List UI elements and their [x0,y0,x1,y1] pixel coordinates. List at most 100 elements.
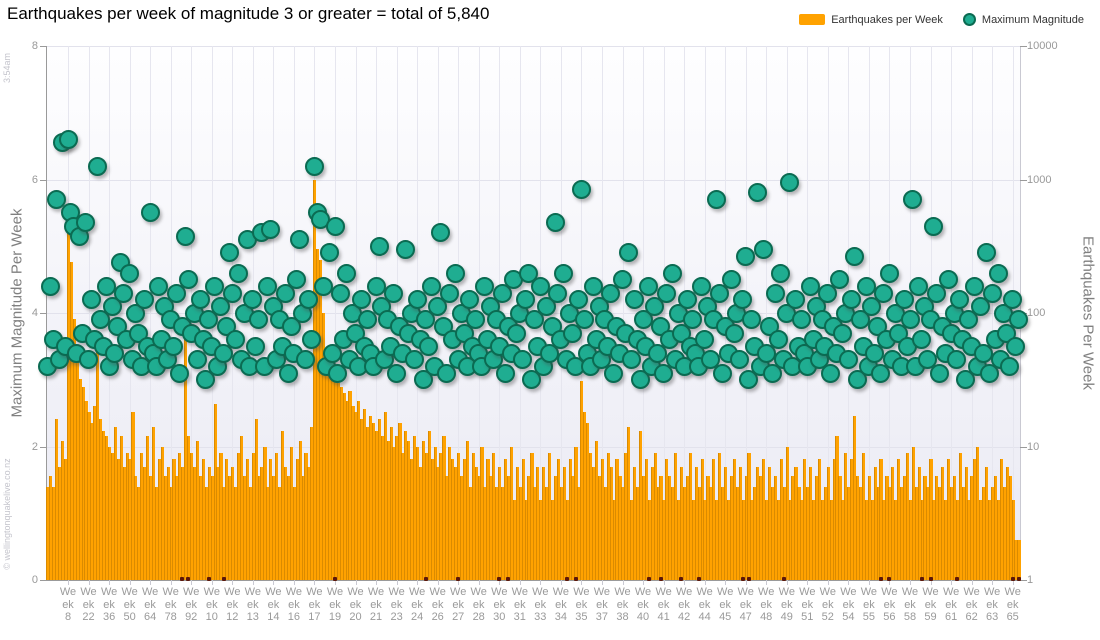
max-magnitude-point[interactable] [305,157,324,176]
max-magnitude-point[interactable] [548,284,567,303]
max-magnitude-point[interactable] [657,284,676,303]
max-magnitude-point[interactable] [41,277,60,296]
legend-item-magnitude[interactable]: Maximum Magnitude [963,13,1084,26]
max-magnitude-point[interactable] [1006,337,1025,356]
max-magnitude-point[interactable] [179,270,198,289]
earthquakes-per-week-bar[interactable] [1017,540,1020,580]
max-magnitude-point[interactable] [857,277,876,296]
max-magnitude-point[interactable] [76,213,95,232]
max-magnitude-point[interactable] [546,213,565,232]
max-magnitude-point[interactable] [419,337,438,356]
max-magnitude-point[interactable] [170,364,189,383]
max-magnitude-point[interactable] [713,364,732,383]
max-magnitude-point[interactable] [639,277,658,296]
max-magnitude-point[interactable] [736,247,755,266]
max-magnitude-point[interactable] [842,290,861,309]
max-magnitude-point[interactable] [821,364,840,383]
max-magnitude-point[interactable] [930,364,949,383]
max-magnitude-point[interactable] [396,240,415,259]
max-magnitude-point[interactable] [569,290,588,309]
max-magnitude-point[interactable] [786,290,805,309]
max-magnitude-point[interactable] [748,183,767,202]
max-magnitude-point[interactable] [725,324,744,343]
max-magnitude-point[interactable] [149,277,168,296]
max-magnitude-point[interactable] [839,350,858,369]
max-magnitude-point[interactable] [692,277,711,296]
max-magnitude-point[interactable] [279,364,298,383]
max-magnitude-point[interactable] [874,284,893,303]
max-magnitude-point[interactable] [367,277,386,296]
max-magnitude-point[interactable] [695,330,714,349]
max-magnitude-point[interactable] [909,277,928,296]
max-magnitude-point[interactable] [422,277,441,296]
max-magnitude-point[interactable] [613,270,632,289]
max-magnitude-point[interactable] [707,190,726,209]
max-magnitude-point[interactable] [97,277,116,296]
max-magnitude-point[interactable] [296,350,315,369]
max-magnitude-point[interactable] [120,264,139,283]
max-magnitude-point[interactable] [792,310,811,329]
max-magnitude-point[interactable] [249,310,268,329]
max-magnitude-point[interactable] [833,324,852,343]
max-magnitude-point[interactable] [287,270,306,289]
max-magnitude-point[interactable] [88,157,107,176]
max-magnitude-point[interactable] [572,180,591,199]
max-magnitude-point[interactable] [604,364,623,383]
max-magnitude-point[interactable] [880,264,899,283]
max-magnitude-point[interactable] [496,364,515,383]
max-magnitude-point[interactable] [845,247,864,266]
max-magnitude-point[interactable] [742,310,761,329]
max-magnitude-point[interactable] [314,277,333,296]
max-magnitude-point[interactable] [965,277,984,296]
max-magnitude-point[interactable] [531,277,550,296]
max-magnitude-point[interactable] [947,350,966,369]
max-magnitude-point[interactable] [79,350,98,369]
max-magnitude-point[interactable] [387,364,406,383]
max-magnitude-point[interactable] [326,217,345,236]
max-magnitude-point[interactable] [320,243,339,262]
max-magnitude-point[interactable] [912,330,931,349]
max-magnitude-point[interactable] [370,237,389,256]
max-magnitude-point[interactable] [771,264,790,283]
max-magnitude-point[interactable] [683,310,702,329]
max-magnitude-point[interactable] [431,223,450,242]
max-magnitude-point[interactable] [290,230,309,249]
max-magnitude-point[interactable] [507,324,526,343]
max-magnitude-point[interactable] [261,220,280,239]
max-magnitude-point[interactable] [1009,310,1028,329]
max-magnitude-point[interactable] [924,217,943,236]
legend-item-earthquakes[interactable]: Earthquakes per Week [799,14,943,26]
max-magnitude-point[interactable] [769,330,788,349]
max-magnitude-point[interactable] [983,284,1002,303]
max-magnitude-point[interactable] [466,310,485,329]
max-magnitude-point[interactable] [164,337,183,356]
max-magnitude-point[interactable] [584,277,603,296]
max-magnitude-point[interactable] [754,240,773,259]
max-magnitude-point[interactable] [205,277,224,296]
max-magnitude-point[interactable] [258,277,277,296]
max-magnitude-point[interactable] [516,290,535,309]
max-magnitude-point[interactable] [733,290,752,309]
max-magnitude-point[interactable] [766,284,785,303]
max-magnitude-point[interactable] [220,243,239,262]
max-magnitude-point[interactable] [352,290,371,309]
max-magnitude-point[interactable] [82,290,101,309]
max-magnitude-point[interactable] [722,270,741,289]
max-magnitude-point[interactable] [226,330,245,349]
max-magnitude-point[interactable] [903,190,922,209]
max-magnitude-point[interactable] [1000,357,1019,376]
max-magnitude-point[interactable] [780,173,799,192]
max-magnitude-point[interactable] [384,284,403,303]
max-magnitude-point[interactable] [830,270,849,289]
max-magnitude-point[interactable] [59,130,78,149]
max-magnitude-point[interactable] [619,243,638,262]
max-magnitude-point[interactable] [331,284,350,303]
max-magnitude-point[interactable] [939,270,958,289]
max-magnitude-point[interactable] [989,264,1008,283]
max-magnitude-point[interactable] [513,350,532,369]
max-magnitude-point[interactable] [223,284,242,303]
max-magnitude-point[interactable] [475,277,494,296]
max-magnitude-point[interactable] [440,284,459,303]
max-magnitude-point[interactable] [246,337,265,356]
max-magnitude-point[interactable] [446,264,465,283]
